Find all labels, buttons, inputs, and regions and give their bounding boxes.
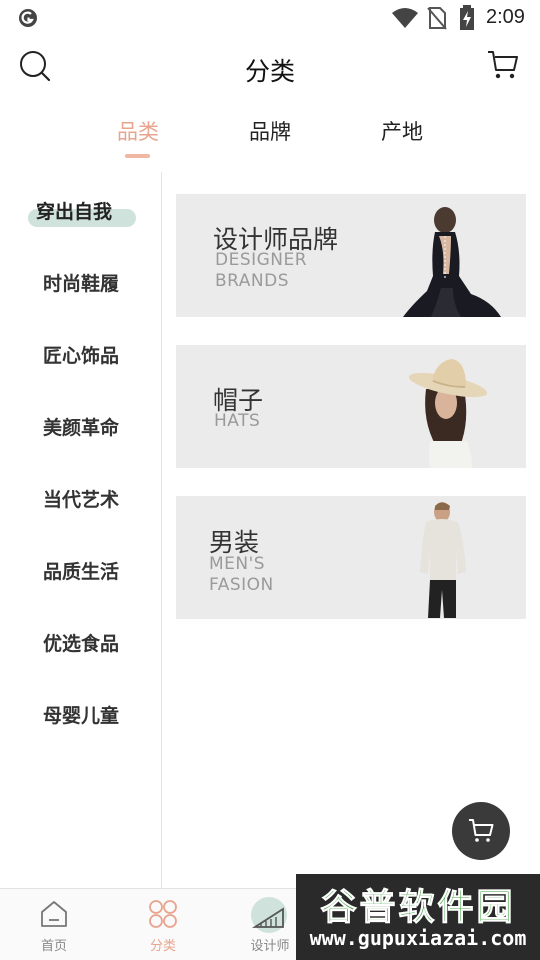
nav-home[interactable]: 首页: [9, 889, 99, 960]
wifi-icon: [391, 7, 419, 33]
home-icon: [39, 899, 69, 929]
sidebar-item-fashion-shoes[interactable]: 时尚鞋履: [0, 269, 162, 296]
category-tabs: 品类 品牌 产地: [0, 112, 540, 162]
category-icon: [148, 899, 178, 929]
cart-icon: [469, 819, 494, 842]
clock: 2:09: [486, 6, 525, 28]
sidebar-item-food[interactable]: 优选食品: [0, 629, 162, 656]
tab-category[interactable]: 品类: [98, 116, 178, 146]
nav-label: 首页: [40, 939, 67, 954]
nav-category[interactable]: 分类: [118, 889, 208, 960]
page-title: 分类: [244, 57, 295, 86]
banner-mens-fashion[interactable]: 男装 MEN'S FASION: [176, 496, 526, 619]
sidebar-item-beauty[interactable]: 美颜革命: [0, 413, 162, 440]
top-bar: 分类: [0, 40, 540, 96]
status-bar: 2:09: [0, 0, 540, 36]
banner-subtitle-line1: DESIGNER: [215, 250, 308, 270]
sidebar-item-contemporary-art[interactable]: 当代艺术: [0, 485, 162, 512]
category-sidebar: 穿出自我 时尚鞋履 匠心饰品 美颜革命 当代艺术 品质生活 优选食品 母婴儿童: [0, 172, 162, 888]
watermark: 谷普软件园 www.gupuxiazai.com: [296, 874, 540, 960]
banner-hats[interactable]: 帽子 HATS: [176, 345, 526, 468]
active-tab-indicator: [125, 154, 150, 158]
man-in-sweater-image: [420, 502, 466, 618]
sidebar-item-mother-baby[interactable]: 母婴儿童: [0, 701, 162, 728]
floating-cart-button[interactable]: [452, 802, 510, 860]
tab-origin[interactable]: 产地: [362, 116, 442, 146]
sidebar-item-quality-life[interactable]: 品质生活: [0, 557, 162, 584]
woman-with-hat-image: [408, 359, 488, 468]
designer-icon: [249, 895, 289, 935]
woman-in-dress-image: [403, 207, 501, 317]
banner-subtitle-line2: FASION: [209, 575, 274, 595]
sidebar-item-accessories[interactable]: 匠心饰品: [0, 341, 162, 368]
nav-label: 分类: [149, 939, 176, 954]
banner-designer-brands[interactable]: 设计师品牌 DESIGNER BRANDS: [176, 194, 526, 317]
tab-brand[interactable]: 品牌: [230, 116, 310, 146]
cart-icon[interactable]: [486, 48, 520, 82]
watermark-name: 谷普软件园: [320, 887, 516, 929]
banner-subtitle-line1: MEN'S: [209, 554, 266, 574]
battery-icon: [459, 5, 475, 35]
no-sim-icon: [427, 6, 447, 34]
app-logo-icon: [18, 8, 38, 28]
banner-subtitle-line1: HATS: [214, 411, 261, 431]
sidebar-item-wear-yourself[interactable]: 穿出自我: [0, 197, 155, 224]
banner-subtitle-line2: BRANDS: [215, 271, 290, 291]
watermark-url: www.gupuxiazai.com: [309, 926, 527, 950]
